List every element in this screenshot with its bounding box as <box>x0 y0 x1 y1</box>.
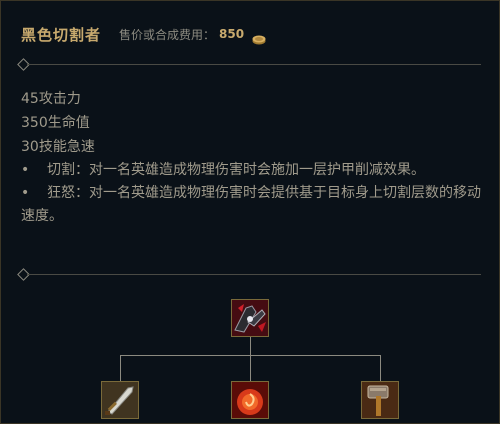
long-sword-icon[interactable] <box>101 381 139 419</box>
passive-text: 切割：对一名英雄造成物理伤害时会施加一层护甲削减效果。 <box>47 162 425 178</box>
passive-list: • 切割：对一名英雄造成物理伤害时会施加一层护甲削减效果。 • 狂怒：对一名英雄造成… <box>21 159 481 228</box>
passive-fervor: • 狂怒：对一名英雄造成物理伤害时会提供基于目标身上切割层数的移动速度。 <box>21 182 481 228</box>
warhammer-icon[interactable] <box>361 381 399 419</box>
passive-text: 狂怒：对一名英雄造成物理伤害时会提供基于目标身上切割层数的移动速度。 <box>21 185 481 224</box>
item-tooltip: 黑色切割者 售价或合成费用： 850 45攻击力 350生命值 30技能急速 •… <box>0 0 500 424</box>
stat-ability-haste: 30技能急速 <box>21 139 95 155</box>
bullet: • <box>21 185 30 201</box>
item-name: 黑色切割者 <box>21 25 102 44</box>
tooltip-header: 黑色切割者 售价或合成费用： 850 <box>21 23 266 45</box>
price-value: 850 <box>219 27 245 41</box>
ruby-crystal-icon[interactable] <box>231 381 269 419</box>
divider <box>17 268 481 281</box>
stat-attack-damage: 45攻击力 <box>21 91 81 107</box>
recipe-tree <box>1 291 499 423</box>
stats-list: 45攻击力 350生命值 30技能急速 <box>21 87 95 159</box>
passive-carve: • 切割：对一名英雄造成物理伤害时会施加一层护甲削减效果。 <box>21 159 481 182</box>
stat-health: 350生命值 <box>21 115 90 131</box>
price-label: 售价或合成费用： <box>119 27 216 42</box>
black-cleaver-icon[interactable] <box>231 299 269 337</box>
gold-coin-icon <box>252 30 266 45</box>
divider <box>17 58 481 71</box>
bullet: • <box>21 162 30 178</box>
